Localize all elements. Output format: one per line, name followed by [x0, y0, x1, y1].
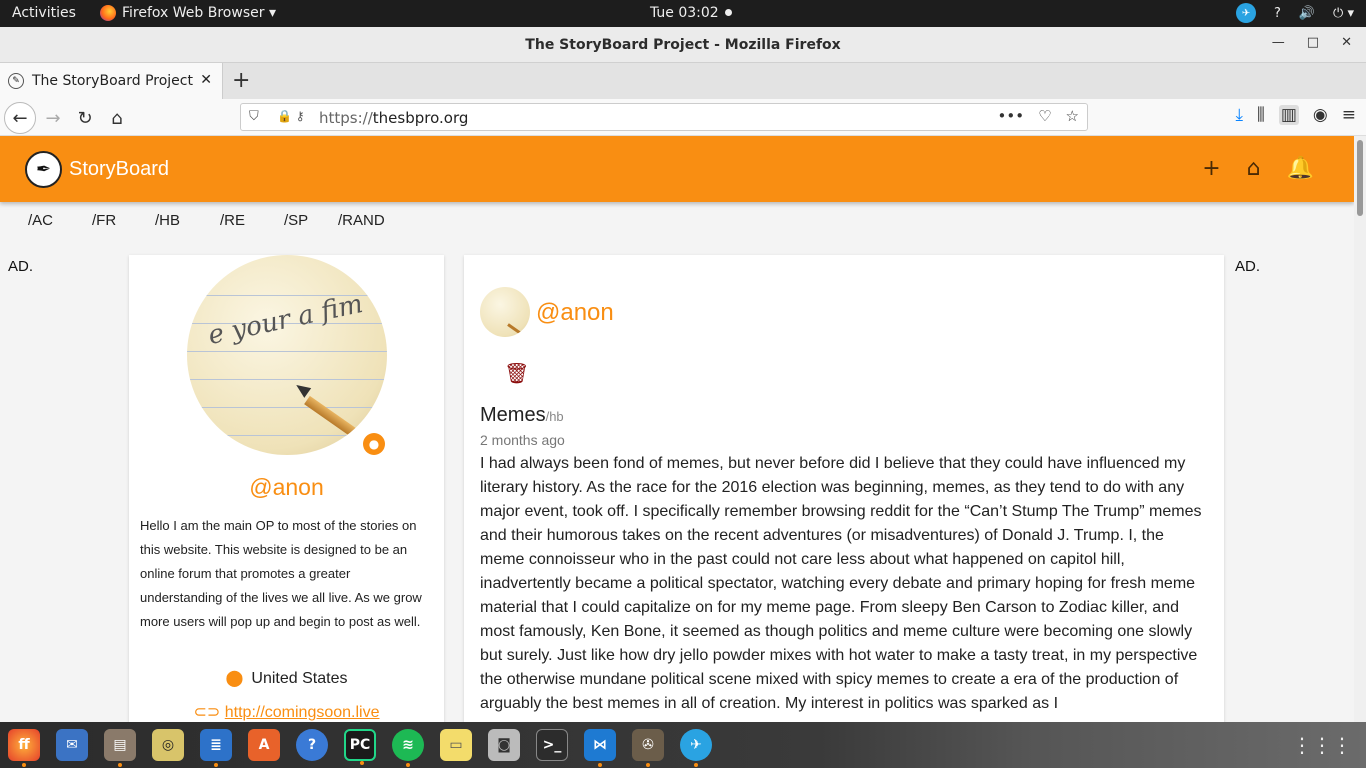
ad-left: AD. [8, 258, 34, 275]
dock-pycharm-icon[interactable]: PC [344, 729, 376, 765]
category-ac[interactable]: /AC [28, 212, 53, 229]
add-post-icon[interactable]: + [1202, 156, 1220, 181]
web-page: ✒ StoryBoard + ⌂ 🔔 /AC /FR /HB /RE /SP /… [0, 136, 1354, 722]
dock-firefox-icon[interactable]: ff [8, 729, 40, 767]
dock-telegram-icon[interactable]: ✈ [680, 729, 712, 767]
minimize-icon[interactable]: — [1272, 35, 1285, 50]
post-author[interactable]: @anon [536, 299, 614, 327]
tab-storyboard[interactable]: ✎ The StoryBoard Project ✕ [0, 63, 223, 99]
forward-button[interactable]: → [40, 105, 66, 131]
dock-rhythmbox-icon[interactable]: ◎ [152, 729, 184, 761]
delete-trash-icon[interactable]: 🗑 [504, 361, 529, 385]
pocket-icon[interactable]: ♡ [1038, 107, 1051, 125]
url-text[interactable]: https://thesbpro.org [319, 109, 468, 127]
category-sp[interactable]: /SP [284, 212, 308, 229]
category-fr[interactable]: /FR [92, 212, 116, 229]
window-title: The StoryBoard Project - Mozilla Firefox [525, 37, 841, 53]
dock-writer-icon[interactable]: ≣ [200, 729, 232, 767]
maximize-icon[interactable]: □ [1307, 35, 1319, 50]
new-tab-button[interactable]: + [232, 68, 250, 93]
site-header: ✒ StoryBoard + ⌂ 🔔 [0, 136, 1354, 202]
dock-gimp-icon[interactable]: ✇ [632, 729, 664, 767]
dock-spotify-icon[interactable]: ≋ [392, 729, 424, 767]
category-nav: /AC /FR /HB /RE /SP /RAND [0, 212, 500, 236]
profile-location: ⬤ United States [129, 668, 444, 688]
home-icon[interactable]: ⌂ [1247, 156, 1261, 181]
dock-help-icon[interactable]: ? [296, 729, 328, 761]
close-tab-icon[interactable]: ✕ [200, 72, 212, 88]
scrollbar-thumb[interactable] [1357, 140, 1363, 216]
sidebar-toggle-icon[interactable]: ▥ [1278, 105, 1299, 125]
show-applications-icon[interactable]: ⋮⋮⋮ [1292, 733, 1352, 757]
bookmark-star-icon[interactable]: ☆ [1066, 107, 1079, 125]
post-body: I had always been fond of memes, but nev… [480, 455, 1202, 712]
power-menu-icon[interactable]: ⏻ ▾ [1333, 6, 1354, 21]
navigation-bar: ← → ↻ ⌂ ⛉ 🔒 ⚷ https://thesbpro.org ••• ♡… [0, 99, 1366, 136]
activities-button[interactable]: Activities [12, 5, 76, 21]
clock-label: Tue 03:02 [650, 5, 719, 21]
tab-bar: ✎ The StoryBoard Project ✕ + [0, 63, 1366, 99]
dock-thunderbird-icon[interactable]: ✉ [56, 729, 88, 761]
post-card: @anon 🗑 Memes/hb 2 months ago I had alwa… [464, 255, 1224, 722]
window-title-bar: The StoryBoard Project - Mozilla Firefox… [0, 27, 1366, 63]
tab-title: The StoryBoard Project [32, 73, 193, 89]
post-timestamp: 2 months ago [480, 432, 565, 448]
account-circle-icon[interactable]: ● [363, 433, 385, 455]
system-top-bar: Activities Firefox Web Browser ▾ Tue 03:… [0, 0, 1366, 27]
url-bar[interactable]: ⛉ 🔒 ⚷ https://thesbpro.org ••• ♡ ☆ [240, 103, 1088, 131]
profile-username[interactable]: @anon [129, 474, 444, 501]
help-tray-icon[interactable]: ? [1274, 6, 1281, 21]
profile-link[interactable]: ⊂⊃ http://comingsoon.live [129, 702, 444, 722]
close-window-icon[interactable]: ✕ [1341, 35, 1352, 50]
link-url[interactable]: http://comingsoon.live [225, 704, 380, 721]
dock-terminal-icon[interactable]: >_ [536, 729, 568, 761]
category-hb[interactable]: /HB [155, 212, 180, 229]
location-pin-icon: ⬤ [225, 670, 244, 687]
dock-screenshot-icon[interactable]: ◙ [488, 729, 520, 761]
profile-bio: Hello I am the main OP to most of the st… [140, 518, 422, 629]
taskbar-dock: ff ✉ ▤ ◎ ≣ A ? PC ≋ ▭ ◙ >_ ⋈ ✇ ✈ ⋮⋮⋮ [0, 722, 1366, 768]
profile-card: e your a fim ● @anon Hello I am the main… [129, 255, 444, 722]
location-label: United States [251, 670, 348, 687]
dock-vscode-icon[interactable]: ⋈ [584, 729, 616, 767]
dock-files-icon[interactable]: ▤ [104, 729, 136, 767]
page-actions-icon[interactable]: ••• [998, 107, 1025, 125]
hamburger-menu-icon[interactable]: ≡ [1342, 105, 1356, 125]
library-icon[interactable]: ⫼ [1257, 105, 1265, 125]
volume-icon[interactable]: 🔊 [1299, 6, 1315, 21]
clock[interactable]: Tue 03:02 [650, 5, 733, 21]
app-menu[interactable]: Firefox Web Browser ▾ [100, 5, 276, 21]
category-re[interactable]: /RE [220, 212, 245, 229]
site-brand[interactable]: StoryBoard [69, 158, 169, 181]
ad-right: AD. [1235, 258, 1261, 275]
post-author-avatar[interactable] [480, 287, 530, 337]
lock-icon[interactable]: 🔒 ⚷ [277, 109, 305, 123]
storyboard-logo[interactable]: ✒ [25, 151, 62, 188]
system-tray[interactable]: ✈ ? 🔊 ⏻ ▾ [1235, 3, 1354, 23]
post-title-text: Memes [480, 404, 546, 426]
firefox-icon [100, 5, 116, 21]
telegram-tray-icon[interactable]: ✈ [1235, 3, 1256, 23]
storyboard-favicon-icon: ✎ [8, 73, 24, 89]
link-icon: ⊂⊃ [193, 704, 225, 721]
back-button[interactable]: ← [4, 102, 36, 134]
notifications-bell-icon[interactable]: 🔔 [1287, 156, 1314, 181]
category-rand[interactable]: /RAND [338, 212, 385, 229]
account-icon[interactable]: ◉ [1313, 105, 1328, 125]
dock-notes-icon[interactable]: ▭ [440, 729, 472, 761]
post-category-tag[interactable]: /hb [546, 409, 564, 424]
profile-avatar: e your a fim [187, 255, 387, 455]
tracking-shield-icon[interactable]: ⛉ [249, 109, 259, 124]
downloads-icon[interactable]: ⤓ [1236, 105, 1244, 125]
home-button[interactable]: ⌂ [104, 105, 130, 131]
app-menu-label: Firefox Web Browser ▾ [122, 5, 276, 21]
reload-button[interactable]: ↻ [72, 105, 98, 131]
post-title: Memes/hb [480, 404, 564, 427]
notification-dot [725, 9, 733, 16]
page-scrollbar[interactable] [1354, 136, 1366, 722]
dock-software-icon[interactable]: A [248, 729, 280, 761]
